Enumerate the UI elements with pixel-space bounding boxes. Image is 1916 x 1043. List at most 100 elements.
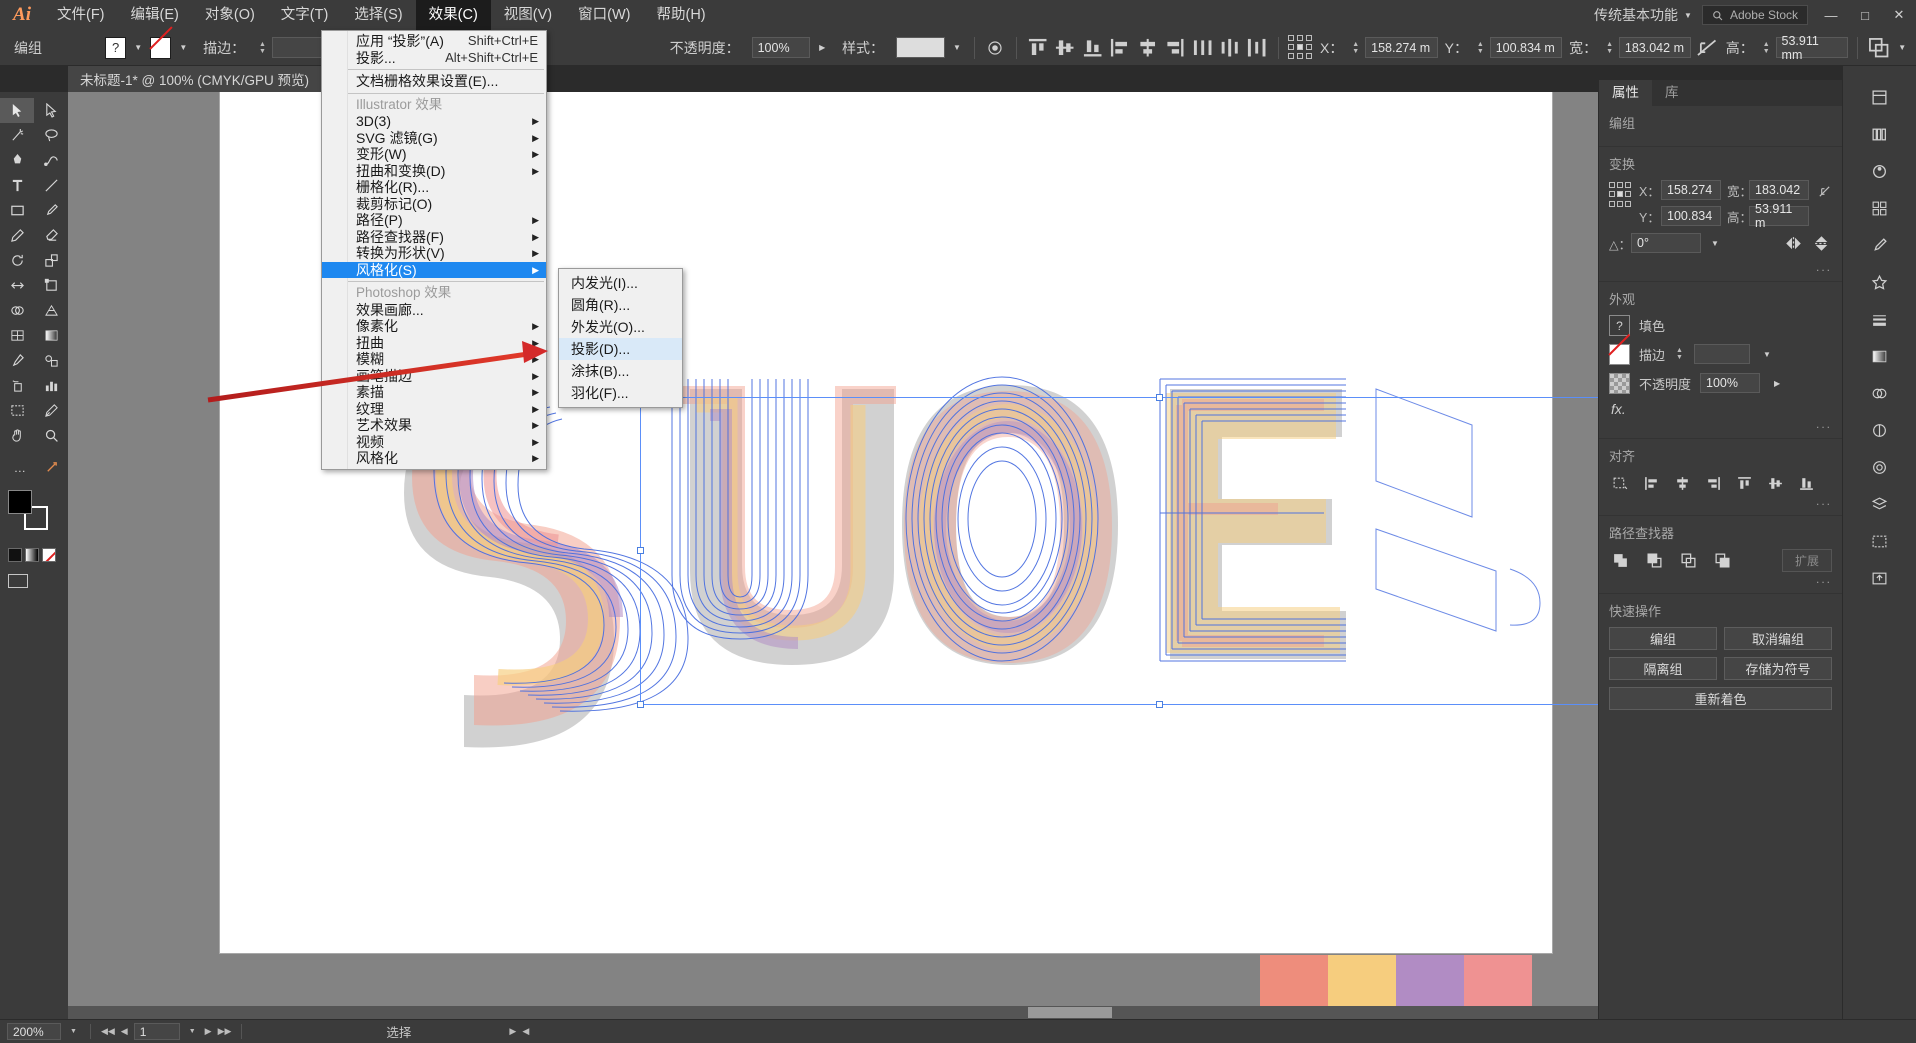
properties-dock-icon[interactable] (1866, 84, 1894, 110)
adobe-stock-search[interactable]: Adobe Stock (1701, 5, 1808, 25)
page-nav-first[interactable]: ◀◀ (101, 1026, 115, 1037)
align-vertical-center-icon[interactable] (1053, 36, 1076, 60)
rectangle-tool[interactable] (0, 198, 34, 223)
menu-svg-filters[interactable]: SVG 滤镜(G) ▶ (322, 130, 546, 147)
shape-builder-tool[interactable] (0, 298, 34, 323)
page-nav-last[interactable]: ▶▶ (218, 1026, 232, 1037)
fill-indicator-swatch[interactable] (8, 490, 32, 514)
artboards-dock-icon[interactable] (1866, 528, 1894, 554)
stroke-color-swatch[interactable] (149, 36, 172, 59)
stroke-weight-caret-panel-icon[interactable]: ▼ (1759, 343, 1775, 365)
align-horizontal-center-icon[interactable] (1136, 36, 1159, 60)
menu-last-effect-options[interactable]: 投影... Alt+Shift+Ctrl+E (322, 50, 546, 67)
slice-tool[interactable] (34, 398, 68, 423)
transform-height-field[interactable]: 53.911 m (1749, 202, 1809, 230)
flip-horizontal-icon[interactable] (1782, 232, 1804, 254)
align-more-options[interactable]: ... (1609, 494, 1832, 508)
transform-reference-point[interactable] (1609, 182, 1631, 208)
flip-vertical-icon[interactable] (1810, 232, 1832, 254)
stroke-dropdown-caret-icon[interactable]: ▼ (175, 37, 191, 59)
paintbrush-tool[interactable] (34, 198, 68, 223)
menu-stylize-photoshop[interactable]: 风格化 ▶ (322, 450, 546, 467)
stroke-weight-stepper-panel[interactable]: ▲ ▼ (1674, 344, 1685, 364)
hand-tool[interactable] (0, 423, 34, 448)
workspace-switcher[interactable]: 传统基本功能 ▼ (1584, 5, 1702, 25)
asset-export-dock-icon[interactable] (1866, 565, 1894, 591)
pathfinder-expand-button[interactable]: 扩展 (1781, 549, 1832, 572)
transform-y-field[interactable]: 100.834 (1661, 206, 1721, 226)
symbols-dock-icon[interactable] (1866, 269, 1894, 295)
menu-3d[interactable]: 3D(3) ▶ (322, 113, 546, 130)
libraries-dock-icon[interactable] (1866, 121, 1894, 147)
menu-effect[interactable]: 效果(C) (415, 0, 491, 30)
brushes-dock-icon[interactable] (1866, 232, 1894, 258)
tab-properties[interactable]: 属性 (1599, 80, 1652, 106)
scale-tool[interactable] (34, 248, 68, 273)
menu-select[interactable]: 选择(S) (341, 0, 415, 30)
width-field[interactable]: 183.042 m (1618, 37, 1692, 58)
menu-view[interactable]: 视图(V) (491, 0, 565, 30)
align-right-panel-icon[interactable] (1702, 472, 1724, 494)
page-caret-icon[interactable]: ▼ (186, 1028, 199, 1035)
selection-tool[interactable] (0, 98, 34, 123)
distribute-center-icon[interactable] (1218, 36, 1241, 60)
pathfinder-intersect-icon[interactable] (1677, 550, 1699, 572)
menu-object[interactable]: 对象(O) (192, 0, 268, 30)
align-to-selection-icon[interactable] (1609, 472, 1631, 494)
status-expand-icon[interactable]: ▶ (509, 1026, 516, 1037)
y-stepper[interactable]: ▲ ▼ (1475, 38, 1486, 58)
width-tool[interactable] (0, 273, 34, 298)
appearance-fill-swatch[interactable]: ? (1609, 315, 1630, 336)
style-swatch[interactable] (896, 37, 946, 58)
menu-help[interactable]: 帮助(H) (643, 0, 718, 30)
gradient-tool[interactable] (34, 323, 68, 348)
lock-proportions-toggle[interactable] (1817, 180, 1832, 199)
symbol-sprayer-tool[interactable] (0, 373, 34, 398)
isolate-group-button[interactable]: 隔离组 (1609, 657, 1717, 680)
transform-options-icon[interactable] (1867, 36, 1890, 60)
lasso-tool[interactable] (34, 123, 68, 148)
selection-handle-bl[interactable] (637, 701, 644, 708)
appearance-fx-button[interactable]: fx. (1609, 401, 1832, 417)
stroke-weight-stepper[interactable]: ▲ ▼ (257, 38, 268, 58)
group-button[interactable]: 编组 (1609, 627, 1717, 650)
height-field[interactable]: 53.911 mm (1775, 34, 1849, 62)
menu-distort-transform[interactable]: 扭曲和变换(D) ▶ (322, 163, 546, 180)
submenu-scribble[interactable]: 涂抹(B)... (559, 360, 682, 382)
submenu-outer-glow[interactable]: 外发光(O)... (559, 316, 682, 338)
eraser-tool[interactable] (34, 223, 68, 248)
align-bottom-panel-icon[interactable] (1795, 472, 1817, 494)
recolor-artwork-icon[interactable] (984, 36, 1007, 60)
gradient-dock-icon[interactable] (1866, 343, 1894, 369)
distribute-left-icon[interactable] (1191, 36, 1214, 60)
effect-menu-dropdown[interactable]: 应用 “投影”(A) Shift+Ctrl+E 投影... Alt+Shift+… (321, 30, 547, 470)
menu-crop-marks[interactable]: 裁剪标记(O) (322, 196, 546, 213)
menu-sketch[interactable]: 素描 ▶ (322, 384, 546, 401)
menu-texture[interactable]: 纹理 ▶ (322, 401, 546, 418)
transform-width-field[interactable]: 183.042 (1749, 180, 1809, 200)
transform-x-field[interactable]: 158.274 (1661, 180, 1721, 200)
color-button[interactable] (8, 548, 22, 562)
tab-libraries[interactable]: 库 (1652, 80, 1692, 106)
y-field[interactable]: 100.834 m (1489, 37, 1563, 58)
submenu-feather[interactable]: 羽化(F)... (559, 382, 682, 404)
opacity-caret-panel-icon[interactable]: ▶ (1769, 372, 1785, 394)
appearance-dock-icon[interactable] (1866, 417, 1894, 443)
eyedropper-tool[interactable] (0, 348, 34, 373)
graphic-styles-dock-icon[interactable] (1866, 454, 1894, 480)
menu-stylize-illustrator[interactable]: 风格化(S) ▶ (322, 261, 546, 278)
ungroup-button[interactable]: 取消编组 (1724, 627, 1832, 650)
column-graph-tool[interactable] (34, 373, 68, 398)
submenu-inner-glow[interactable]: 内发光(I)... (559, 272, 682, 294)
free-transform-tool[interactable] (34, 273, 68, 298)
pathfinder-exclude-icon[interactable] (1711, 550, 1733, 572)
submenu-drop-shadow[interactable]: 投影(D)... (559, 338, 682, 360)
screen-mode-button[interactable] (0, 574, 68, 588)
status-collapse-icon[interactable]: ◀ (522, 1026, 529, 1037)
stroke-dock-icon[interactable] (1866, 306, 1894, 332)
align-right-icon[interactable] (1163, 36, 1186, 60)
none-button[interactable] (42, 548, 56, 562)
appearance-stroke-swatch[interactable] (1609, 343, 1630, 365)
menu-path[interactable]: 路径(P) ▶ (322, 212, 546, 229)
minimize-button[interactable]: — (1814, 0, 1848, 30)
